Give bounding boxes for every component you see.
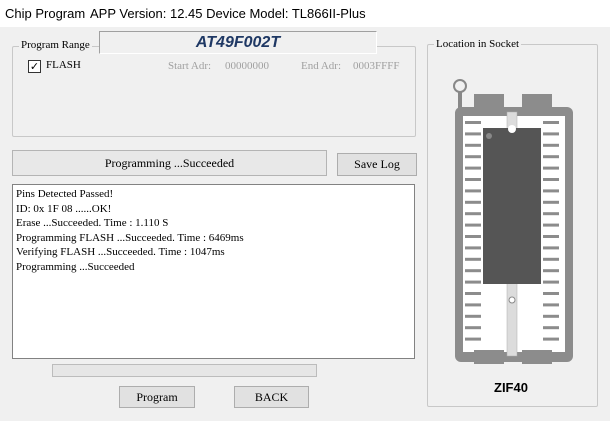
log-line: Programming ...Succeeded — [16, 260, 135, 273]
back-button[interactable]: BACK — [234, 386, 309, 408]
chip-name-display: AT49F002T — [99, 31, 377, 54]
chip-body — [483, 128, 541, 284]
socket-pin-right — [543, 200, 559, 204]
socket-pin-left — [465, 337, 481, 341]
socket-pin-left — [465, 166, 481, 170]
socket-pin-left — [465, 223, 481, 227]
socket-pin-right — [543, 132, 559, 136]
log-line: Programming FLASH ...Succeeded. Time : 6… — [16, 231, 244, 244]
socket-pin-left — [465, 189, 481, 193]
socket-pin-right — [543, 235, 559, 238]
socket-pin-left — [465, 235, 481, 238]
socket-pin-left — [465, 143, 481, 147]
start-address-value: 00000000 — [225, 60, 269, 72]
zif-socket-diagram — [453, 79, 573, 364]
chip-notch — [508, 125, 516, 133]
socket-pin-right — [543, 337, 559, 341]
location-in-socket-label: Location in Socket — [434, 38, 522, 50]
chip-pin1-dot — [486, 133, 492, 139]
socket-pin-left — [465, 314, 481, 318]
socket-pin-left — [465, 257, 481, 261]
socket-pin-right — [543, 223, 559, 227]
socket-pin-right — [543, 280, 559, 284]
socket-bottom-tab-right — [522, 350, 552, 364]
flash-label: FLASH — [46, 59, 81, 71]
socket-pin-right — [543, 303, 559, 307]
socket-pin-right — [543, 212, 559, 216]
status-text: Programming ...Succeeded — [12, 150, 327, 176]
app-version-label: APP Version: 12.45 Device Model: TL866II… — [90, 6, 366, 21]
log-line: Erase ...Succeeded. Time : 1.110 S — [16, 217, 169, 229]
socket-name-label: ZIF40 — [494, 380, 528, 395]
program-range-label: Program Range — [19, 39, 92, 51]
socket-pin-left — [465, 121, 481, 124]
socket-pin-right — [543, 143, 559, 147]
socket-pin-left — [465, 326, 481, 330]
end-address-value: 0003FFFF — [353, 60, 400, 72]
socket-pin-left — [465, 178, 481, 181]
socket-pin-left — [465, 200, 481, 204]
socket-top-tab-right — [522, 94, 552, 108]
socket-marker — [508, 296, 516, 304]
socket-pin-right — [543, 166, 559, 170]
socket-pin-right — [543, 314, 559, 318]
socket-pin-left — [465, 292, 481, 295]
socket-pin-right — [543, 269, 559, 273]
socket-pin-right — [543, 178, 559, 181]
save-log-button[interactable]: Save Log — [337, 153, 417, 176]
socket-pin-left — [465, 280, 481, 284]
socket-pin-right — [543, 326, 559, 330]
lever-ring — [453, 79, 467, 93]
socket-pin-left — [465, 212, 481, 216]
log-line: ID: 0x 1F 08 ......OK! — [16, 202, 112, 215]
socket-pin-left — [465, 303, 481, 307]
socket-pin-right — [543, 121, 559, 124]
socket-pin-left — [465, 132, 481, 136]
window-title: Chip Program — [5, 6, 86, 21]
socket-pin-left — [465, 269, 481, 273]
log-line: Pins Detected Passed! — [16, 188, 114, 200]
progress-bar — [52, 364, 317, 377]
flash-checkbox[interactable]: ✓ — [28, 60, 41, 73]
socket-pin-left — [465, 155, 481, 159]
socket-pin-left — [465, 246, 481, 250]
start-address-label: Start Adr: — [168, 60, 212, 72]
socket-pin-right — [543, 292, 559, 295]
log-textarea[interactable]: Pins Detected Passed! ID: 0x 1F 08 .....… — [12, 184, 415, 359]
socket-pin-right — [543, 246, 559, 250]
title-bar: Chip Program APP Version: 12.45 Device M… — [0, 0, 610, 27]
program-button[interactable]: Program — [119, 386, 195, 408]
socket-pin-right — [543, 155, 559, 159]
socket-top-tab-left — [474, 94, 504, 108]
socket-pin-right — [543, 257, 559, 261]
end-address-label: End Adr: — [301, 60, 342, 72]
socket-bottom-tab-left — [474, 350, 504, 364]
log-line: Verifying FLASH ...Succeeded. Time : 104… — [16, 246, 225, 258]
socket-pin-right — [543, 189, 559, 193]
